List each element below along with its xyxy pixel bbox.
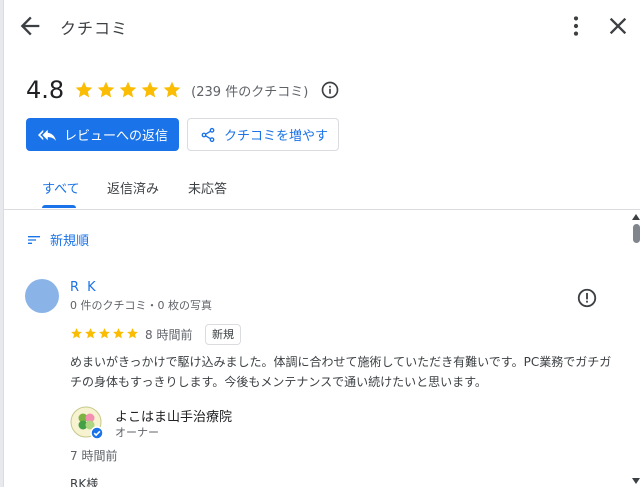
new-badge: 新規 bbox=[205, 324, 241, 345]
star-icon bbox=[141, 81, 159, 98]
page-title: クチコミ bbox=[60, 19, 129, 38]
review-count: (239 件のクチコミ) bbox=[191, 84, 309, 100]
share-icon bbox=[201, 127, 215, 142]
arrow-back-icon[interactable] bbox=[16, 12, 44, 40]
owner-role: オーナー bbox=[115, 426, 159, 439]
owner-name: よこはま山手治療院 bbox=[115, 410, 233, 425]
reply-to-reviews-button[interactable]: レビューへの返信 bbox=[26, 118, 179, 151]
sort-dropdown[interactable]: 新規順 bbox=[26, 230, 89, 249]
review-time: 8 時間前 bbox=[145, 328, 193, 342]
star-icon bbox=[85, 328, 96, 339]
rating-value: 4.8 bbox=[26, 76, 65, 104]
avatar[interactable] bbox=[25, 279, 59, 313]
get-more-reviews-button[interactable]: クチコミを増やす bbox=[187, 118, 339, 151]
business-logo bbox=[70, 406, 104, 440]
star-icon bbox=[99, 328, 110, 339]
reply-text: RK様 bbox=[70, 477, 99, 487]
star-icon bbox=[119, 81, 137, 98]
sort-icon bbox=[28, 235, 40, 244]
sort-label: 新規順 bbox=[50, 234, 90, 249]
tab-replied[interactable]: 返信済み bbox=[107, 178, 159, 197]
reply-all-icon bbox=[38, 129, 56, 141]
tab-all[interactable]: すべて bbox=[42, 178, 80, 197]
close-icon[interactable] bbox=[604, 12, 632, 40]
active-tab-indicator bbox=[42, 205, 76, 208]
star-icon bbox=[97, 81, 115, 98]
reply-button-label: レビューへの返信 bbox=[64, 129, 169, 144]
rating-summary: 4.8 (239 件のクチコミ) bbox=[26, 74, 340, 106]
star-icon bbox=[113, 328, 124, 339]
review-tabs: すべて 返信済み 未応答 bbox=[4, 166, 640, 210]
scroll-down-arrow[interactable] bbox=[631, 477, 640, 485]
header: クチコミ bbox=[4, 0, 640, 52]
rating-stars bbox=[74, 80, 182, 100]
reply-time: 7 時間前 bbox=[70, 449, 118, 463]
share-button-label: クチコミを増やす bbox=[224, 129, 329, 144]
scrollbar-thumb[interactable] bbox=[633, 224, 640, 243]
review-text: めまいがきっかけで駆け込みました。体調に合わせて施術していただき有難いです。PC… bbox=[70, 355, 612, 389]
scroll-up-arrow[interactable] bbox=[631, 213, 640, 221]
star-icon bbox=[127, 328, 138, 339]
report-icon[interactable] bbox=[576, 287, 598, 309]
info-icon[interactable] bbox=[320, 80, 340, 100]
tab-unanswered[interactable]: 未応答 bbox=[188, 178, 227, 197]
review-stars bbox=[70, 327, 139, 340]
more-vert-icon[interactable] bbox=[562, 12, 590, 40]
reviews-panel: クチコミ 4.8 (239 件のクチコミ) レビューへの返信 クチコミを増やす … bbox=[3, 0, 640, 487]
star-icon bbox=[71, 328, 82, 339]
reviewer-name[interactable]: R K bbox=[70, 280, 98, 295]
star-icon bbox=[75, 81, 93, 98]
reviewer-meta: 0 件のクチコミ・0 枚の写真 bbox=[70, 299, 212, 312]
star-icon bbox=[163, 81, 181, 98]
